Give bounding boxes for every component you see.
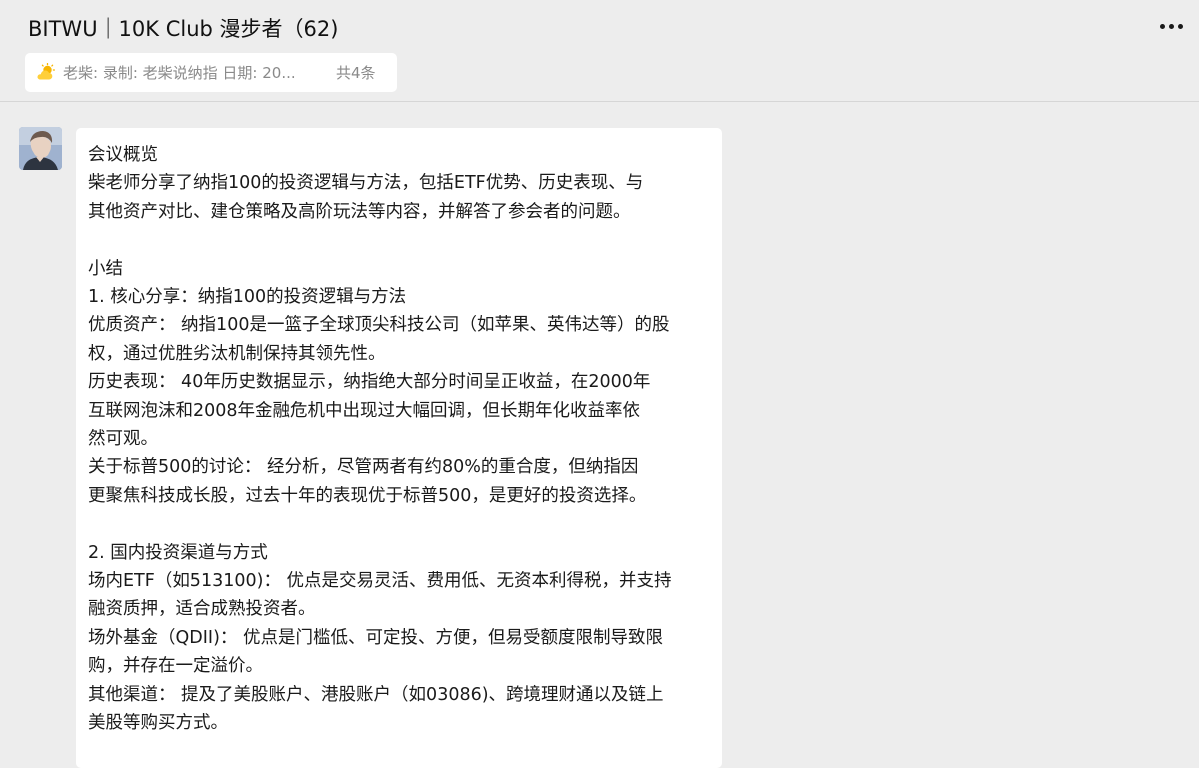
message-line: 互联网泡沫和2008年金融危机中出现过大幅回调，但长期年化收益率依 xyxy=(88,400,641,421)
message-line: 然可观。 xyxy=(88,429,158,450)
avatar-image xyxy=(19,127,62,170)
message-line: 1. 核心分享：纳指100的投资逻辑与方法 xyxy=(88,287,407,308)
message-line xyxy=(88,226,710,254)
message-line: 柴老师分享了纳指100的投资逻辑与方法，包括ETF优势、历史表现、与 xyxy=(88,173,644,194)
user-avatar[interactable] xyxy=(19,127,62,170)
message-line: 融资质押，适合成熟投资者。 xyxy=(88,599,316,620)
message-line: 其他渠道： 提及了美股账户、港股账户（如03086)、跨境理财通以及链上 xyxy=(88,684,664,705)
message-line: 更聚焦科技成长股，过去十年的表现优于标普500，是更好的投资选择。 xyxy=(88,485,647,506)
message-line: 场外基金（QDII)： 优点是门槛低、可定投、方便，但易受额度限制导致限 xyxy=(88,627,663,648)
message-line: 购，并存在一定溢价。 xyxy=(88,656,263,677)
dot xyxy=(1169,24,1174,29)
message-line: 历史表现： 40年历史数据显示，纳指绝大部分时间呈正收益，在2000年 xyxy=(88,372,651,393)
message-line: 小结 xyxy=(88,258,123,279)
dot xyxy=(1160,24,1165,29)
message-line: 会议概览 xyxy=(88,145,158,165)
message-line: 2. 国内投资渠道与方式 xyxy=(88,542,268,563)
more-dots-icon[interactable] xyxy=(1160,24,1183,29)
dot xyxy=(1178,24,1183,29)
pinned-count: 共4条 xyxy=(336,64,376,82)
message-line: 优质资产： 纳指100是一篮子全球顶尖科技公司（如苹果、英伟达等）的股 xyxy=(88,315,670,336)
message-bubble[interactable]: 会议概览柴老师分享了纳指100的投资逻辑与方法，包括ETF优势、历史表现、与 其他… xyxy=(76,128,722,768)
message-text: 会议概览柴老师分享了纳指100的投资逻辑与方法，包括ETF优势、历史表现、与 其他… xyxy=(88,141,710,738)
message-line: 权，通过优胜劣汰机制保持其领先性。 xyxy=(88,343,386,364)
chat-title: BITWU｜10K Club 漫步者（62) xyxy=(28,17,339,41)
message-line xyxy=(88,510,710,538)
message-line: 场内ETF（如513100)： 优点是交易灵活、费用低、无资本利得税，并支持 xyxy=(88,571,672,592)
message-line: 其他资产对比、建仓策略及高阶玩法等内容，并解答了参会者的问题。 xyxy=(88,201,631,222)
pinned-message-text: 老柴: 录制: 老柴说纳指 日期: 20... xyxy=(63,64,296,82)
message-line: 关于标普500的讨论： 经分析，尽管两者有约80%的重合度，但纳指因 xyxy=(88,457,639,478)
message-line: 美股等购买方式。 xyxy=(88,713,228,734)
chat-header: BITWU｜10K Club 漫步者（62) 老柴: 录制: 老柴说纳指 日期:… xyxy=(0,0,1199,102)
sun-cloud-icon xyxy=(37,62,55,79)
pinned-message-bar[interactable]: 老柴: 录制: 老柴说纳指 日期: 20... 共4条 xyxy=(25,53,397,92)
